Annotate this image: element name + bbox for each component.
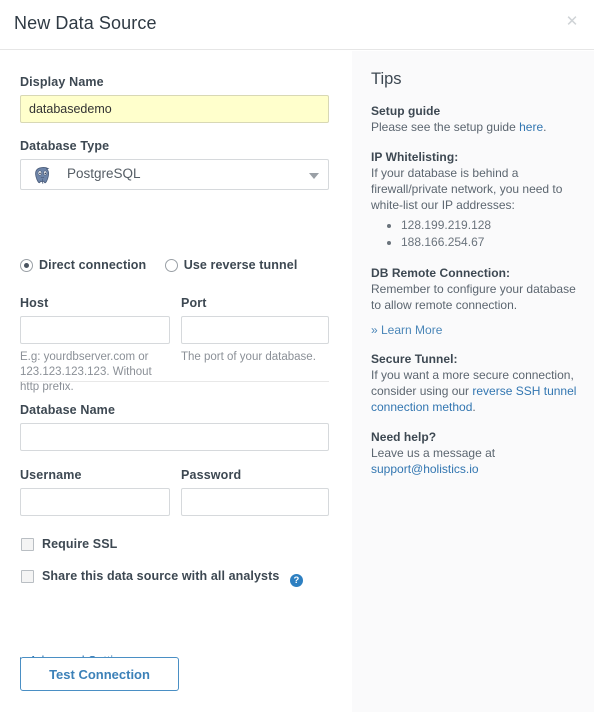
tip-setup-guide-body: Please see the setup guide here. (371, 119, 579, 135)
tip-secure-tunnel-text-after: . (472, 400, 476, 414)
database-type-label: Database Type (20, 139, 110, 153)
display-name-label: Display Name (20, 75, 104, 89)
tip-setup-guide-text-after: . (543, 120, 547, 134)
tip-ip-whitelisting-body: If your database is behind a firewall/pr… (371, 166, 563, 212)
postgresql-elephant-icon (35, 167, 50, 184)
tip-ip-whitelisting-heading: IP Whitelisting: (371, 150, 459, 164)
port-help-text: The port of your database. (181, 351, 316, 363)
share-data-source-checkbox-box (21, 569, 34, 583)
database-name-input[interactable] (20, 423, 329, 451)
password-field-group: Password (181, 468, 329, 516)
list-item: 188.166.254.67 (401, 234, 579, 251)
username-input[interactable] (20, 488, 170, 516)
username-label: Username (20, 468, 82, 482)
dialog-body: Display Name Database Type (0, 51, 594, 712)
tip-need-help-heading: Need help? (371, 430, 437, 444)
test-connection-button[interactable]: Test Connection (20, 657, 179, 691)
host-label: Host (20, 296, 49, 310)
share-data-source-label: Share this data source with all analysts (42, 569, 280, 583)
tip-setup-guide: Setup guide Please see the setup guide h… (371, 103, 579, 135)
support-email-link[interactable]: support@holistics.io (371, 462, 479, 476)
tip-setup-guide-heading: Setup guide (371, 104, 441, 118)
chevron-down-icon (309, 173, 319, 179)
tip-ip-whitelisting: IP Whitelisting: If your database is beh… (371, 149, 579, 251)
list-item: 128.199.219.128 (401, 217, 579, 234)
tip-need-help: Need help? Leave us a message at support… (371, 429, 579, 477)
setup-guide-here-link[interactable]: here (519, 120, 543, 134)
database-name-field-group: Database Name (20, 403, 329, 451)
host-input[interactable] (20, 316, 170, 344)
form-column: Display Name Database Type (0, 51, 352, 712)
require-ssl-label: Require SSL (42, 537, 118, 551)
radio-direct-connection[interactable]: Direct connection (20, 258, 146, 272)
tip-secure-tunnel: Secure Tunnel: If you want a more secure… (371, 351, 579, 415)
require-ssl-checkbox-box (21, 537, 34, 551)
tip-setup-guide-text-before: Please see the setup guide (371, 120, 520, 134)
new-data-source-dialog: New Data Source ✕ Display Name Database … (0, 0, 594, 712)
tip-secure-tunnel-heading: Secure Tunnel: (371, 352, 458, 366)
port-label: Port (181, 296, 207, 310)
host-help-text: E.g: yourdbserver.com or 123.123.123.123… (20, 351, 152, 393)
database-type-field-group: Database Type PostgreSQL (20, 139, 329, 190)
dialog-header: New Data Source ✕ (0, 0, 594, 50)
display-name-field-group: Display Name (20, 75, 329, 123)
page-title: New Data Source (14, 13, 157, 33)
share-data-source-checkbox-group: Share this data source with all analysts… (21, 569, 303, 588)
question-mark-icon[interactable]: ? (289, 573, 303, 587)
radio-direct-connection-label: Direct connection (39, 258, 147, 272)
tip-need-help-text-before: Leave us a message at (371, 446, 496, 460)
require-ssl-checkbox-group: Require SSL (21, 537, 117, 556)
connection-mode-radio-group: Direct connection Use reverse tunnel (20, 258, 329, 278)
database-type-value: PostgreSQL (67, 166, 141, 181)
port-field-group: Port The port of your database. (181, 296, 329, 365)
password-input[interactable] (181, 488, 329, 516)
ip-address-list: 128.199.219.128 188.166.254.67 (371, 217, 579, 251)
database-type-select[interactable]: PostgreSQL (20, 159, 329, 190)
database-name-label: Database Name (20, 403, 116, 417)
radio-direct-connection-indicator (20, 258, 33, 272)
radio-use-reverse-tunnel[interactable]: Use reverse tunnel (164, 258, 298, 272)
learn-more-link[interactable]: » Learn More (371, 323, 579, 337)
tip-db-remote-connection-body: Remember to configure your database to a… (371, 282, 576, 312)
require-ssl-checkbox[interactable]: Require SSL (21, 537, 117, 551)
close-icon[interactable]: ✕ (562, 12, 582, 32)
tips-panel: Tips Setup guide Please see the setup gu… (352, 51, 594, 712)
form-divider (20, 381, 329, 382)
tip-db-remote-connection-heading: DB Remote Connection: (371, 266, 511, 280)
tip-secure-tunnel-body: If you want a more secure connection, co… (371, 367, 579, 415)
display-name-input[interactable] (20, 95, 329, 123)
tip-need-help-body: Leave us a message at support@holistics.… (371, 445, 579, 477)
radio-use-reverse-tunnel-label: Use reverse tunnel (183, 258, 298, 272)
username-field-group: Username (20, 468, 170, 516)
share-data-source-checkbox[interactable]: Share this data source with all analysts (21, 569, 279, 583)
tips-title: Tips (371, 70, 402, 88)
radio-use-reverse-tunnel-indicator (164, 258, 178, 272)
tip-db-remote-connection: DB Remote Connection: Remember to config… (371, 265, 579, 337)
port-input[interactable] (181, 316, 329, 344)
password-label: Password (181, 468, 242, 482)
